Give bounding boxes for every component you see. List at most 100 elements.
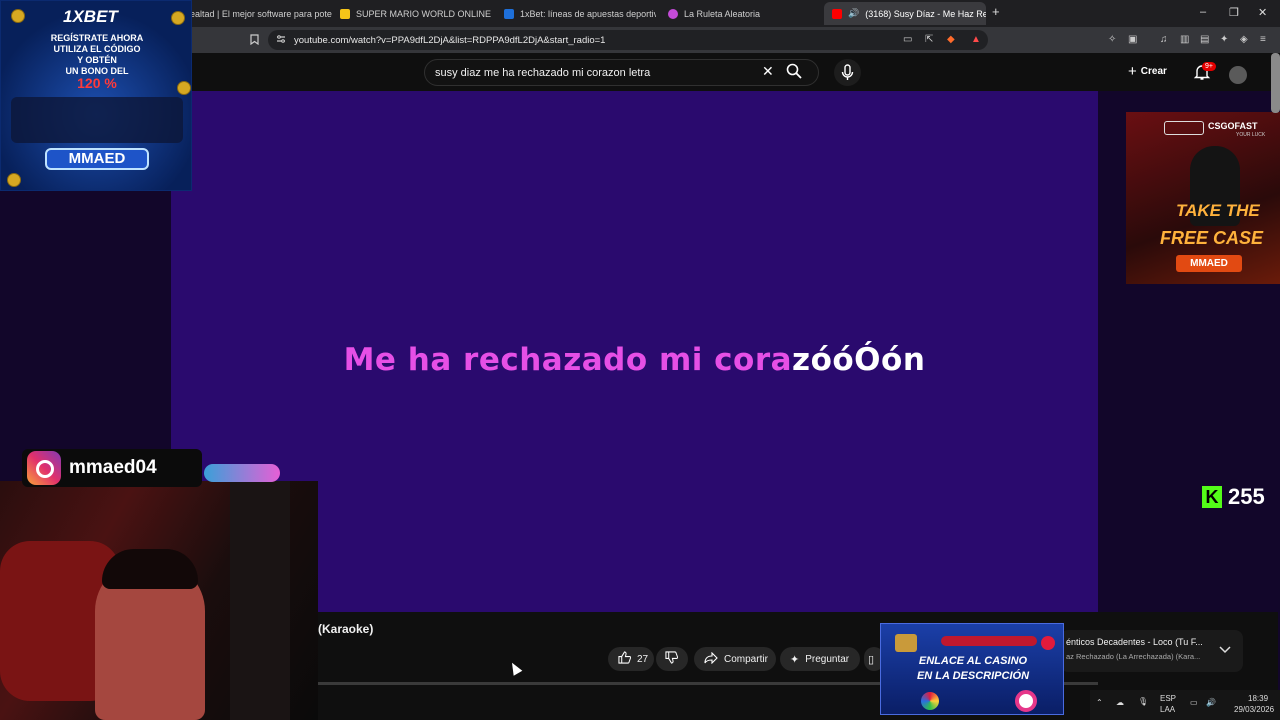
browser-tab[interactable]: La Ruleta Aleatoria [660, 2, 820, 25]
casino-banner-overlay: ENLACE AL CASINO EN LA DESCRIPCIÓN [880, 623, 1064, 715]
roulette-favicon-icon [668, 8, 678, 19]
new-tab-button[interactable]: + [992, 4, 1000, 19]
microphone-tray-icon[interactable]: 🎙 [1138, 697, 1148, 706]
csgofast-ad-overlay: CSGOFAST YOUR LUCK TAKE THE FREE CASE MM… [1126, 112, 1280, 284]
rewards-icon[interactable]: ▲ [971, 34, 981, 45]
lollipop-icon [1015, 690, 1037, 712]
save-icon: ▯ [868, 653, 875, 666]
onedrive-icon[interactable]: ☁ [1116, 698, 1124, 707]
search-query: susy diaz me ha rechazado mi corazon let… [435, 66, 651, 79]
clock-time[interactable]: 18:39 [1248, 694, 1268, 703]
create-label: Crear [1140, 66, 1167, 77]
ad-tagline: YOUR LUCK [1236, 132, 1266, 138]
tab-label: ealtad | El mejor software para pote [190, 8, 332, 19]
ball-icon [921, 692, 939, 710]
language-code[interactable]: ESP [1160, 694, 1176, 703]
browser-tab[interactable]: ealtad | El mejor software para pote [182, 2, 332, 25]
network-icon[interactable]: ▭ [1190, 698, 1198, 707]
promo-code: MMAED [45, 148, 149, 170]
ad-line: REGÍSTRATE AHORA [50, 33, 144, 43]
crown-icon [340, 8, 350, 19]
like-button[interactable]: 27 [608, 647, 654, 671]
instagram-icon [27, 451, 61, 485]
skins-icon [1164, 121, 1204, 135]
karaoke-lyric: Me ha rechazado mi corazóóÓón [171, 342, 1098, 378]
media-icon[interactable]: ♫ [1160, 34, 1168, 45]
share-page-icon[interactable]: ⇱ [925, 34, 933, 45]
browser-tab-strip: ealtad | El mejor software para pote SUP… [0, 0, 1280, 27]
tab-label: SUPER MARIO WORLD ONLINE juega [356, 8, 492, 19]
search-icon[interactable] [786, 63, 816, 83]
1xbet-logo: 1XBET [63, 7, 118, 26]
up-next-card[interactable]: énticos Decadentes - Loco (Tu F... az Re… [1060, 630, 1243, 672]
thumbs-down-icon [665, 651, 679, 667]
coin-icon [11, 9, 25, 23]
csgofast-logo: CSGOFAST [1208, 121, 1258, 131]
ad-phone-image [11, 97, 183, 143]
ad-headline: FREE CASE [1160, 228, 1264, 248]
leo-icon[interactable]: ✦ [1220, 34, 1228, 45]
close-window-button[interactable]: ✕ [1258, 6, 1267, 19]
tab-label: (3168) Susy Díaz - Me Haz Re [865, 8, 986, 19]
ribbon-decoration [941, 636, 1037, 646]
like-count: 27 [637, 653, 649, 665]
streamer-hair [102, 549, 198, 589]
thumbs-up-icon [618, 651, 632, 667]
kick-viewer-counter: K 255 [1202, 484, 1265, 510]
page-scrollbar[interactable] [1271, 53, 1280, 113]
casino-line: ENLACE AL CASINO [918, 655, 1028, 667]
minimize-button[interactable]: – [1200, 6, 1206, 18]
microphone-icon[interactable] [834, 59, 861, 86]
create-button[interactable]: + Crear [1128, 63, 1167, 80]
wallet-icon[interactable]: ▣ [1128, 34, 1137, 45]
viewer-count: 255 [1228, 484, 1265, 509]
kick-logo-icon: K [1202, 486, 1222, 508]
ad-line: Y OBTÉN [77, 55, 117, 65]
casino-line: EN LA DESCRIPCIÓN [916, 670, 1030, 682]
extensions-icon[interactable]: ✧ [1108, 34, 1116, 45]
plus-icon: + [1128, 63, 1137, 80]
1xbet-favicon-icon [504, 8, 514, 19]
coin-icon [171, 11, 185, 25]
instagram-handle-overlay: mmaed04 [22, 449, 202, 487]
1xbet-ad-overlay: 1XBET REGÍSTRATE AHORA UTILIZA EL CÓDIGO… [0, 0, 192, 191]
chevron-down-icon[interactable] [1219, 646, 1231, 657]
heart-icon [1041, 636, 1055, 650]
tab-label: 1xBet: líneas de apuestas deportivas [520, 8, 656, 19]
browser-tab-active[interactable]: 🔊 (3168) Susy Díaz - Me Haz Re ✕ [824, 2, 986, 25]
background-door [230, 481, 290, 720]
browser-tab[interactable]: SUPER MARIO WORLD ONLINE juega [332, 2, 492, 25]
share-label: Compartir [724, 653, 768, 665]
menu-icon[interactable]: ≡ [1260, 34, 1266, 45]
avatar[interactable] [1229, 66, 1247, 84]
brave-shield-icon[interactable]: ◆ [947, 34, 955, 45]
wallet-alt-icon[interactable]: ▤ [1200, 34, 1209, 45]
ask-button[interactable]: ✦ Preguntar [780, 647, 860, 671]
promo-code: MMAED [1176, 255, 1242, 272]
share-arrow-icon [704, 651, 718, 667]
share-button[interactable]: Compartir [694, 647, 776, 671]
search-input[interactable]: susy diaz me ha rechazado mi corazon let… [424, 59, 819, 86]
url-bar[interactable]: youtube.com/watch?v=PPA9dfL2DjA&list=RDP… [268, 30, 988, 50]
video-title: (Karaoke) [318, 622, 374, 636]
maximize-button[interactable]: ❐ [1229, 6, 1239, 19]
ad-bonus: 120 % [77, 75, 117, 91]
dislike-button[interactable] [656, 647, 688, 671]
volume-icon[interactable]: 🔊 [1206, 698, 1216, 707]
speaker-icon: 🔊 [848, 8, 860, 18]
chest-icon [895, 634, 917, 652]
cast-icon[interactable]: ▭ [903, 34, 912, 45]
site-info-icon[interactable] [276, 34, 286, 47]
coin-icon [7, 173, 21, 187]
sidebar-icon[interactable]: ▥ [1180, 34, 1189, 45]
clear-search-icon[interactable]: ✕ [762, 63, 774, 80]
vpn-icon[interactable]: ◈ [1240, 34, 1248, 45]
tray-chevron-icon[interactable]: ⌃ [1096, 698, 1103, 707]
bookmark-icon[interactable] [250, 34, 259, 48]
up-next-title: énticos Decadentes - Loco (Tu F... [1066, 637, 1203, 647]
lyric-sung: Me ha rechazado mi cora [343, 342, 793, 378]
browser-tab[interactable]: 1xBet: líneas de apuestas deportivas [496, 2, 656, 25]
notifications-badge: 9+ [1202, 62, 1216, 71]
youtube-favicon-icon [832, 8, 842, 19]
url-text: youtube.com/watch?v=PPA9dfL2DjA&list=RDP… [294, 34, 606, 46]
